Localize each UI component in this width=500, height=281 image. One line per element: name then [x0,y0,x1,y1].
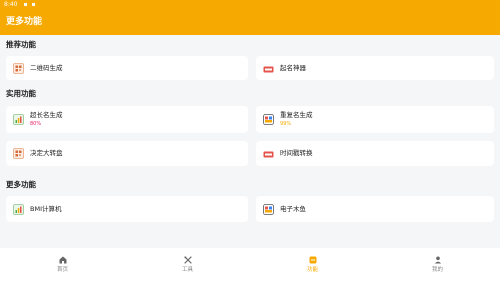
card-duplicate-name[interactable]: 重复名生成 99% [256,106,494,133]
features-icon [309,256,316,264]
card-wooden-fish-label: 电子木鱼 [280,205,306,213]
tools-icon [183,256,192,264]
profile-icon [434,256,441,264]
card-bmi-label: BMI计算机 [30,205,62,213]
home-icon [59,256,66,264]
status-icons: ▪ ▪ [23,1,37,8]
status-time: 8:40 [4,1,18,8]
qrcode-icon [13,63,24,74]
card-time-convert-label: 时间戳转换 [280,149,313,157]
page-title: 更多功能 [6,17,43,27]
section-title-recommended: 推荐功能 [6,40,36,49]
app-bar: 更多功能 [0,9,500,35]
tab-home-label: 首页 [56,267,68,273]
card-long-name[interactable]: 超长名生成 80% [6,106,248,133]
card-time-convert[interactable]: 时间戳转换 [256,141,494,166]
time-convert-icon [263,151,274,158]
card-naming-label: 起名神器 [280,64,306,72]
section-title-more: 更多功能 [6,180,36,189]
tab-mine-label: 我的 [431,267,443,273]
wooden-fish-icon [263,204,274,215]
card-duplicate-name-label: 重复名生成 [280,111,313,119]
bottom-tab-bar: 首页 工具 功能 我的 [0,248,500,281]
name-tag-icon [263,66,274,73]
wheel-icon [13,148,24,159]
card-long-name-label: 超长名生成 [30,111,63,119]
tab-tools[interactable]: 工具 [125,248,250,281]
card-wooden-fish[interactable]: 电子木鱼 [256,196,494,222]
bmi-icon [13,204,24,215]
tab-features[interactable]: 功能 [250,248,375,281]
tab-mine[interactable]: 我的 [375,248,500,281]
card-qrcode[interactable]: 二维码生成 [6,56,248,80]
status-bar: 8:40 ▪ ▪ [0,0,500,9]
section-title-practical: 实用功能 [6,89,36,98]
tab-features-label: 功能 [306,267,318,273]
card-bmi[interactable]: BMI计算机 [6,196,248,222]
tab-home[interactable]: 首页 [0,248,125,281]
long-name-icon [13,114,24,125]
card-duplicate-name-badge: 99% [280,121,292,127]
card-long-name-badge: 80% [30,121,42,127]
card-wheel[interactable]: 决定大转盘 [6,141,248,166]
tab-tools-label: 工具 [181,267,193,273]
card-qrcode-label: 二维码生成 [30,64,63,72]
card-wheel-label: 决定大转盘 [30,149,63,157]
duplicate-name-icon [263,114,274,125]
card-naming[interactable]: 起名神器 [256,56,494,80]
